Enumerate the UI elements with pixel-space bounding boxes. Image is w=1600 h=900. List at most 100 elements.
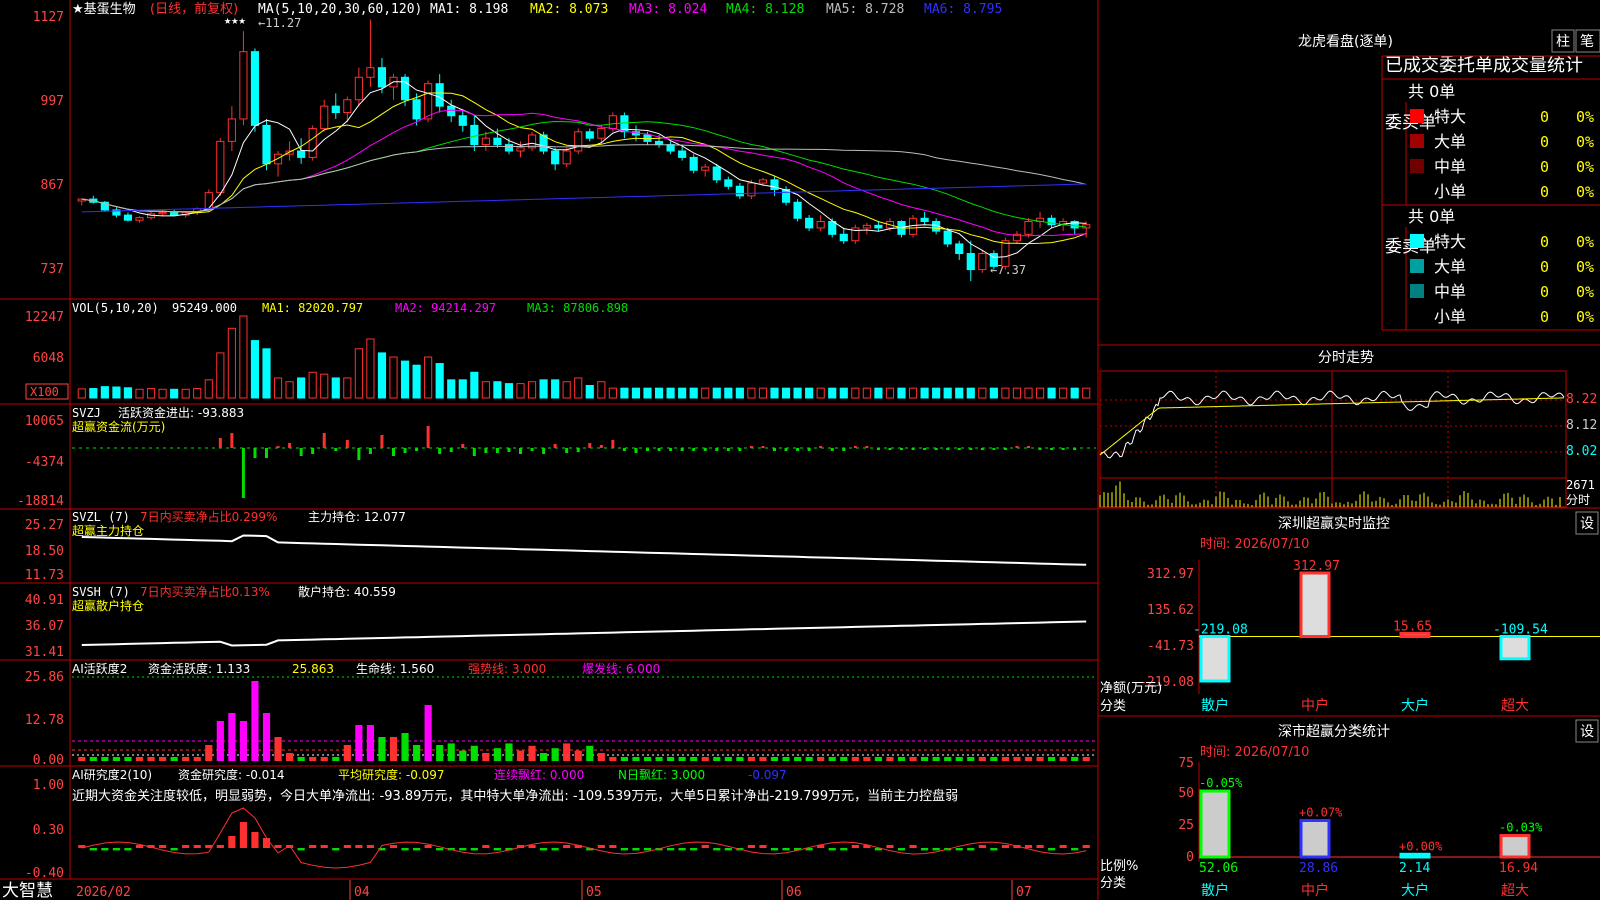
activity-bar xyxy=(170,757,178,761)
order-size-label: 大单 xyxy=(1434,132,1466,151)
candle-body xyxy=(250,51,260,126)
research-bar xyxy=(193,845,201,848)
volume-bar xyxy=(758,387,768,399)
candle-body xyxy=(400,76,410,101)
volume-bar xyxy=(516,383,525,399)
vol-unit-label[interactable]: X100 xyxy=(30,385,59,399)
fund-flow-bar xyxy=(680,448,684,451)
fund-flow-bar xyxy=(830,448,834,451)
research-bar xyxy=(782,848,790,851)
tick-view-label[interactable]: 笔 xyxy=(1580,34,1594,50)
activity-bar xyxy=(355,725,363,761)
fund-flow-bar xyxy=(218,438,222,448)
research-bar xyxy=(251,832,259,848)
volume-bar xyxy=(493,381,502,399)
ratio-bar xyxy=(1299,818,1331,859)
activity-bar xyxy=(205,745,213,761)
volume-bar xyxy=(343,377,352,399)
fund-flow-bar xyxy=(449,448,453,452)
candle-body xyxy=(793,201,802,219)
fund-flow-bar xyxy=(946,448,950,450)
ma4-value: MA4: 8.128 xyxy=(726,2,804,17)
date-label: 05 xyxy=(586,885,602,900)
volume-bar xyxy=(862,387,871,399)
order-count: 0 xyxy=(1540,258,1549,276)
volume-bar xyxy=(712,387,721,399)
fund-flow-bar xyxy=(842,448,846,451)
volume-bar xyxy=(816,387,825,399)
activity-bar xyxy=(309,757,317,761)
y-tick: 75 xyxy=(1178,756,1194,771)
sz-class-bars: -0.05% 52.06 散户 +0.07% 28.86 中户 +0.00% 2.14 大户 -0… xyxy=(1199,776,1600,899)
candle-body xyxy=(839,233,848,242)
column-view-label[interactable]: 柱 xyxy=(1556,34,1570,50)
order-size-label: 特大 xyxy=(1434,232,1466,251)
ai-research-note: 近期大资金关注度较低，明显弱势，今日大单净流出: -93.89万元，其中特大单净… xyxy=(72,788,958,804)
volume-bar xyxy=(239,315,248,399)
order-count: 0 xyxy=(1540,133,1549,151)
category-label: 散户 xyxy=(1201,882,1229,899)
ai-research-nday: N日飘红: 3.000 xyxy=(618,767,705,782)
activity-bar xyxy=(620,757,628,761)
volume-bar xyxy=(805,387,814,399)
activity-bar xyxy=(516,750,525,761)
volume-bar xyxy=(354,348,363,399)
ai-active-burst: 爆发线: 6.000 xyxy=(582,661,660,676)
volume-bar xyxy=(897,387,906,399)
research-bar xyxy=(482,845,490,848)
research-bar xyxy=(632,848,640,851)
activity-bar xyxy=(147,757,155,761)
sz-monitor-ylabel: 净额(万元) xyxy=(1100,681,1162,696)
sz-monitor-settings-label[interactable]: 设 xyxy=(1580,516,1594,532)
candle-body xyxy=(758,179,768,184)
research-bar xyxy=(343,845,351,848)
research-bar xyxy=(897,848,906,851)
activity-bar xyxy=(794,757,802,761)
fund-flow-bar xyxy=(692,448,696,451)
bar-value-label: 15.65 xyxy=(1393,619,1432,634)
volume-bar xyxy=(597,381,606,399)
fund-flow-bar xyxy=(495,448,499,453)
activity-bar xyxy=(1071,757,1079,761)
fund-flow-bar xyxy=(923,448,927,450)
volume-bar xyxy=(135,388,144,399)
activity-bar xyxy=(563,743,571,761)
stock-name[interactable]: ★基蛋生物 xyxy=(72,2,136,17)
fund-flow-bar xyxy=(888,448,892,450)
activity-bar xyxy=(932,757,940,761)
activity-bar xyxy=(840,757,848,761)
intraday-unit: 分时 xyxy=(1566,493,1590,507)
research-bar xyxy=(159,845,167,848)
order-color-swatch xyxy=(1410,159,1424,173)
sz-class-settings-label[interactable]: 设 xyxy=(1580,724,1594,740)
candle-body xyxy=(920,217,929,223)
y-tick: 737 xyxy=(41,262,64,277)
ai-active-v2: 25.863 xyxy=(292,662,334,676)
fund-flow-bar xyxy=(1038,448,1042,450)
order-color-swatch xyxy=(1410,184,1424,198)
candle-body xyxy=(366,67,375,78)
volume-bar xyxy=(527,381,537,399)
order-color-swatch xyxy=(1410,284,1424,298)
research-bar xyxy=(124,848,132,851)
fund-flow-bar xyxy=(934,448,938,450)
intraday-title[interactable]: 分时走势 xyxy=(1318,350,1374,366)
fund-flow-bar xyxy=(796,448,800,451)
main-y-axis: 1127 997 867 737 xyxy=(33,10,64,277)
research-bar xyxy=(967,848,975,851)
fund-flow-bar xyxy=(426,426,430,448)
volume-bar xyxy=(643,387,652,399)
y-tick: 312.97 xyxy=(1147,567,1194,582)
volume-bar xyxy=(123,387,133,399)
order-pct: 0% xyxy=(1576,283,1594,301)
volume-bar xyxy=(216,352,225,399)
activity-bar xyxy=(701,757,709,761)
research-bar xyxy=(182,845,190,848)
app-name[interactable]: 大智慧 xyxy=(2,881,53,900)
volume-bar xyxy=(828,387,837,399)
research-bar xyxy=(909,845,917,848)
candle-body xyxy=(862,224,871,229)
candle-body xyxy=(204,192,213,210)
volume-bar xyxy=(400,360,410,399)
candle-body xyxy=(424,83,433,120)
